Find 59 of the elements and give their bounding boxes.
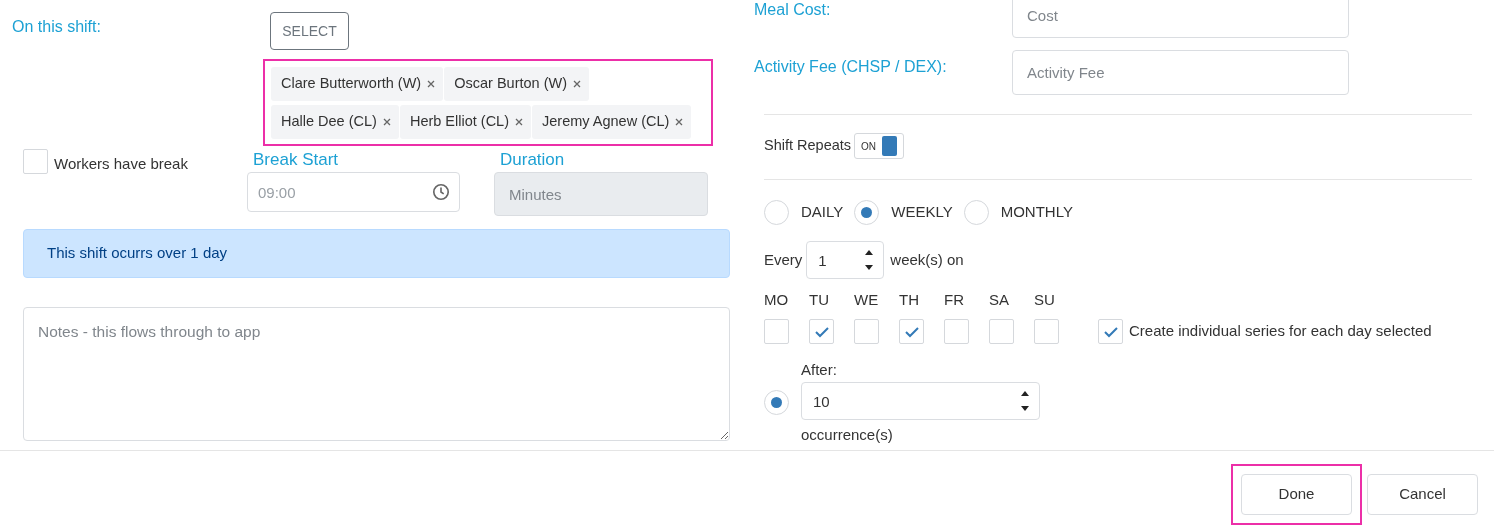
checkbox[interactable] bbox=[1098, 319, 1123, 344]
radio-label: WEEKLY bbox=[891, 202, 953, 223]
day-label: TH bbox=[899, 291, 920, 309]
radio-button[interactable] bbox=[764, 200, 789, 225]
toggle-switch[interactable]: ON bbox=[854, 133, 905, 159]
checkbox[interactable] bbox=[764, 319, 789, 344]
text-field[interactable]: Activity Fee bbox=[1012, 50, 1349, 95]
number-field[interactable]: 10 bbox=[801, 382, 1040, 420]
field-label: Every bbox=[764, 249, 803, 270]
number-field[interactable]: 1 bbox=[806, 241, 885, 279]
remove-icon[interactable] bbox=[573, 80, 581, 88]
notes-field[interactable]: Notes - this flows through to app bbox=[23, 307, 730, 441]
day-label: TU bbox=[809, 291, 830, 309]
day-label: FR bbox=[944, 291, 965, 309]
field-label: Break Start bbox=[253, 149, 340, 171]
checkbox[interactable] bbox=[1034, 319, 1059, 344]
day-label: WE bbox=[854, 291, 880, 309]
field-label: Activity Fee (CHSP / DEX): bbox=[754, 58, 947, 75]
checkbox-label: Create individual series for each day selected bbox=[1129, 321, 1432, 342]
cancel-button[interactable]: Cancel bbox=[1367, 474, 1478, 515]
done-button[interactable]: Done bbox=[1241, 474, 1352, 515]
tag-label: Oscar Burton (W) bbox=[454, 74, 567, 94]
text-field[interactable]: Cost bbox=[1012, 0, 1349, 38]
toggle-label: Shift Repeats bbox=[764, 136, 852, 156]
remove-icon[interactable] bbox=[427, 80, 436, 88]
field-label: Duration bbox=[500, 149, 566, 171]
radio-label: MONTHLY bbox=[1000, 202, 1073, 223]
day-label: SA bbox=[989, 291, 1010, 309]
checkbox[interactable] bbox=[23, 149, 48, 174]
info-alert: This shift ocurrs over 1 day bbox=[23, 229, 730, 278]
field-label: week(s) on bbox=[890, 249, 964, 270]
tag-label: Jeremy Agnew (CL) bbox=[542, 112, 670, 132]
field-label: On this shift: bbox=[12, 18, 101, 35]
tag-label: Herb Elliot (CL) bbox=[409, 112, 509, 132]
remove-icon[interactable] bbox=[382, 118, 391, 126]
field-label: Meal Cost: bbox=[754, 1, 831, 18]
spinner-icon[interactable] bbox=[864, 248, 875, 272]
clock-icon bbox=[432, 183, 450, 201]
day-label: SU bbox=[1034, 291, 1056, 309]
spinner-icon[interactable] bbox=[1020, 389, 1030, 413]
tag-label: Clare Butterworth (W) bbox=[281, 74, 422, 94]
radio-button[interactable] bbox=[963, 200, 989, 225]
select-button[interactable]: SELECT bbox=[270, 12, 349, 50]
checkbox[interactable] bbox=[854, 319, 879, 344]
checkbox-label: Workers have break bbox=[54, 154, 188, 174]
radio-button[interactable] bbox=[854, 200, 880, 225]
checkbox[interactable] bbox=[989, 319, 1014, 344]
day-label: MO bbox=[764, 291, 790, 309]
checkbox[interactable] bbox=[944, 319, 969, 344]
radio-label: DAILY bbox=[801, 202, 844, 223]
field-label: After: bbox=[801, 360, 838, 380]
field-label: occurrence(s) bbox=[801, 425, 894, 445]
checkbox[interactable] bbox=[809, 319, 834, 344]
radio-button[interactable] bbox=[764, 390, 789, 415]
remove-icon[interactable] bbox=[675, 118, 684, 126]
tag-label: Halle Dee (CL) bbox=[281, 112, 377, 132]
remove-icon[interactable] bbox=[515, 118, 523, 126]
checkbox[interactable] bbox=[899, 319, 924, 344]
time-field[interactable]: 09:00 bbox=[247, 172, 460, 212]
